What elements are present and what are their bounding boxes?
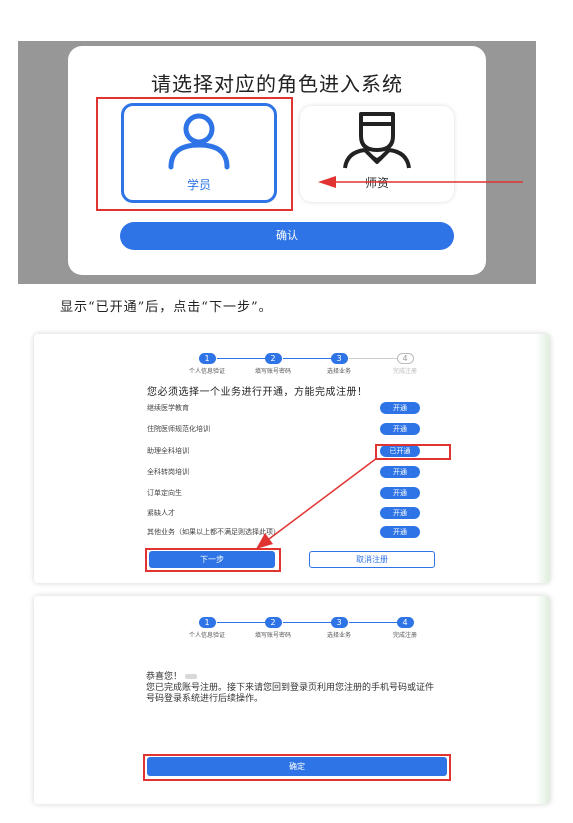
step-label: 选择业务 (326, 632, 351, 639)
panel-edge-shade (536, 596, 550, 804)
step-number: 2 (264, 617, 282, 628)
step-3: 3 选择业务 (309, 617, 369, 639)
step-number: 3 (330, 617, 348, 628)
redacted-name (184, 674, 197, 679)
completion-greeting: 恭喜您！ (146, 672, 183, 682)
step-label: 个人信息验证 (188, 632, 225, 639)
step-1: 1 个人信息验证 (177, 617, 237, 639)
completion-message: 恭喜您！ 您已完成账号注册。接下来请您回到登录页利用您注册的手机号码或证件号码登… (146, 672, 436, 705)
business-selection-screenshot: 1 个人信息验证 2 填写账号密码 3 选择业务 4 完成注册 您必须选择一个业… (34, 334, 550, 583)
step-2: 2 填写账号密码 (243, 617, 303, 639)
confirm-highlight-box (143, 754, 451, 781)
step-label: 填写账号密码 (254, 632, 291, 639)
registration-complete-screenshot: 1 个人信息验证 2 填写账号密码 3 选择业务 4 完成注册 恭喜您！ 您已完… (34, 596, 550, 804)
step-number: 4 (396, 617, 414, 628)
step-label: 完成注册 (392, 632, 417, 639)
instruction-caption: 显示“已开通”后，点击“下一步”。 (60, 300, 273, 315)
red-arrow-icon (256, 457, 378, 549)
red-arrow-icon (318, 176, 523, 188)
registration-steps: 1 个人信息验证 2 填写账号密码 3 选择业务 4 完成注册 (179, 617, 459, 647)
step-4: 4 完成注册 (375, 617, 435, 639)
completion-text: 您已完成账号注册。接下来请您回到登录页利用您注册的手机号码或证件号码登录系统进行… (146, 683, 435, 704)
step-number: 1 (198, 617, 216, 628)
role-selection-screenshot: 请选择对应的角色进入系统 学员 师资 确认 (18, 41, 536, 284)
